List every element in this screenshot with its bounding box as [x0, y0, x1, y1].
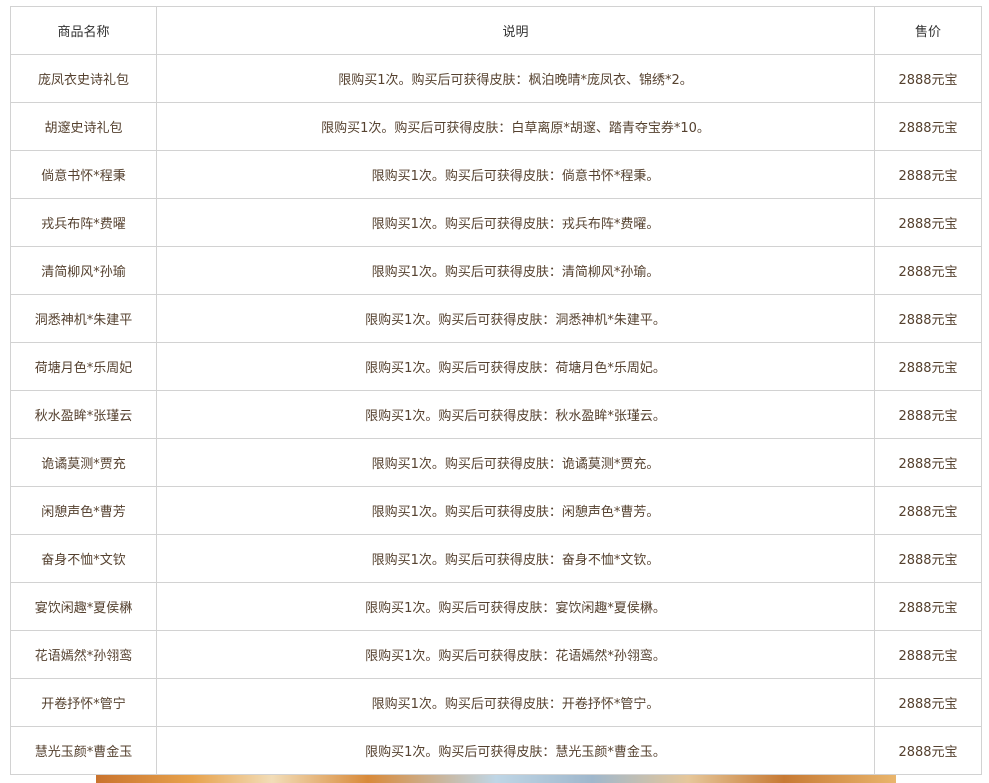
table-row: 清简柳风*孙瑜 限购买1次。购买后可获得皮肤：清简柳风*孙瑜。 2888元宝 [10, 246, 982, 295]
product-name: 荷塘月色*乐周妃 [10, 342, 157, 391]
product-price: 2888元宝 [874, 726, 982, 775]
product-name: 宴饮闲趣*夏侯楙 [10, 582, 157, 631]
product-price: 2888元宝 [874, 102, 982, 151]
product-price: 2888元宝 [874, 390, 982, 439]
product-description: 限购买1次。购买后可获得皮肤：戎兵布阵*费曜。 [156, 198, 875, 247]
product-price: 2888元宝 [874, 534, 982, 583]
header-price: 售价 [874, 6, 982, 55]
product-price: 2888元宝 [874, 54, 982, 103]
product-price: 2888元宝 [874, 582, 982, 631]
table-row: 诡谲莫测*贾充 限购买1次。购买后可获得皮肤：诡谲莫测*贾充。 2888元宝 [10, 438, 982, 487]
product-description: 限购买1次。购买后可获得皮肤：白草离原*胡邃、踏青夺宝券*10。 [156, 102, 875, 151]
table-row: 洞悉神机*朱建平 限购买1次。购买后可获得皮肤：洞悉神机*朱建平。 2888元宝 [10, 294, 982, 343]
product-name: 戎兵布阵*费曜 [10, 198, 157, 247]
product-price: 2888元宝 [874, 198, 982, 247]
product-name: 诡谲莫测*贾充 [10, 438, 157, 487]
product-name: 慧光玉颜*曹金玉 [10, 726, 157, 775]
product-description: 限购买1次。购买后可获得皮肤：秋水盈眸*张瑾云。 [156, 390, 875, 439]
product-price: 2888元宝 [874, 294, 982, 343]
table-row: 庞凤衣史诗礼包 限购买1次。购买后可获得皮肤：枫泊晚晴*庞凤衣、锦绣*2。 28… [10, 54, 982, 103]
table-row: 闲憩声色*曹芳 限购买1次。购买后可获得皮肤：闲憩声色*曹芳。 2888元宝 [10, 486, 982, 535]
product-price: 2888元宝 [874, 438, 982, 487]
product-name: 奋身不恤*文钦 [10, 534, 157, 583]
table-row: 开卷抒怀*管宁 限购买1次。购买后可获得皮肤：开卷抒怀*管宁。 2888元宝 [10, 678, 982, 727]
product-description: 限购买1次。购买后可获得皮肤：诡谲莫测*贾充。 [156, 438, 875, 487]
page: 商品名称 说明 售价 庞凤衣史诗礼包 限购买1次。购买后可获得皮肤：枫泊晚晴*庞… [0, 0, 989, 783]
table-row: 慧光玉颜*曹金玉 限购买1次。购买后可获得皮肤：慧光玉颜*曹金玉。 2888元宝 [10, 726, 982, 775]
product-name: 清简柳风*孙瑜 [10, 246, 157, 295]
table-row: 秋水盈眸*张瑾云 限购买1次。购买后可获得皮肤：秋水盈眸*张瑾云。 2888元宝 [10, 390, 982, 439]
product-description: 限购买1次。购买后可获得皮肤：奋身不恤*文钦。 [156, 534, 875, 583]
product-price: 2888元宝 [874, 678, 982, 727]
product-name: 闲憩声色*曹芳 [10, 486, 157, 535]
table-row: 花语嫣然*孙翎鸾 限购买1次。购买后可获得皮肤：花语嫣然*孙翎鸾。 2888元宝 [10, 630, 982, 679]
product-description: 限购买1次。购买后可获得皮肤：枫泊晚晴*庞凤衣、锦绣*2。 [156, 54, 875, 103]
product-price: 2888元宝 [874, 246, 982, 295]
product-price: 2888元宝 [874, 150, 982, 199]
product-description: 限购买1次。购买后可获得皮肤：花语嫣然*孙翎鸾。 [156, 630, 875, 679]
product-price: 2888元宝 [874, 486, 982, 535]
product-description: 限购买1次。购买后可获得皮肤：荷塘月色*乐周妃。 [156, 342, 875, 391]
table-row: 荷塘月色*乐周妃 限购买1次。购买后可获得皮肤：荷塘月色*乐周妃。 2888元宝 [10, 342, 982, 391]
product-price: 2888元宝 [874, 342, 982, 391]
header-product-name: 商品名称 [10, 6, 157, 55]
banner-image [96, 774, 896, 783]
table-header-row: 商品名称 说明 售价 [10, 6, 982, 55]
product-name: 花语嫣然*孙翎鸾 [10, 630, 157, 679]
product-description: 限购买1次。购买后可获得皮肤：慧光玉颜*曹金玉。 [156, 726, 875, 775]
product-description: 限购买1次。购买后可获得皮肤：闲憩声色*曹芳。 [156, 486, 875, 535]
product-name: 开卷抒怀*管宁 [10, 678, 157, 727]
product-description: 限购买1次。购买后可获得皮肤：开卷抒怀*管宁。 [156, 678, 875, 727]
product-name: 庞凤衣史诗礼包 [10, 54, 157, 103]
product-description: 限购买1次。购买后可获得皮肤：洞悉神机*朱建平。 [156, 294, 875, 343]
header-description: 说明 [156, 6, 875, 55]
product-name: 倘意书怀*程秉 [10, 150, 157, 199]
table-row: 宴饮闲趣*夏侯楙 限购买1次。购买后可获得皮肤：宴饮闲趣*夏侯楙。 2888元宝 [10, 582, 982, 631]
product-name: 洞悉神机*朱建平 [10, 294, 157, 343]
table-row: 胡邃史诗礼包 限购买1次。购买后可获得皮肤：白草离原*胡邃、踏青夺宝券*10。 … [10, 102, 982, 151]
product-name: 秋水盈眸*张瑾云 [10, 390, 157, 439]
table-row: 倘意书怀*程秉 限购买1次。购买后可获得皮肤：倘意书怀*程秉。 2888元宝 [10, 150, 982, 199]
product-name: 胡邃史诗礼包 [10, 102, 157, 151]
product-price: 2888元宝 [874, 630, 982, 679]
product-description: 限购买1次。购买后可获得皮肤：清简柳风*孙瑜。 [156, 246, 875, 295]
product-description: 限购买1次。购买后可获得皮肤：宴饮闲趣*夏侯楙。 [156, 582, 875, 631]
product-description: 限购买1次。购买后可获得皮肤：倘意书怀*程秉。 [156, 150, 875, 199]
table-row: 奋身不恤*文钦 限购买1次。购买后可获得皮肤：奋身不恤*文钦。 2888元宝 [10, 534, 982, 583]
skin-shop-table: 商品名称 说明 售价 庞凤衣史诗礼包 限购买1次。购买后可获得皮肤：枫泊晚晴*庞… [10, 6, 982, 775]
table-row: 戎兵布阵*费曜 限购买1次。购买后可获得皮肤：戎兵布阵*费曜。 2888元宝 [10, 198, 982, 247]
